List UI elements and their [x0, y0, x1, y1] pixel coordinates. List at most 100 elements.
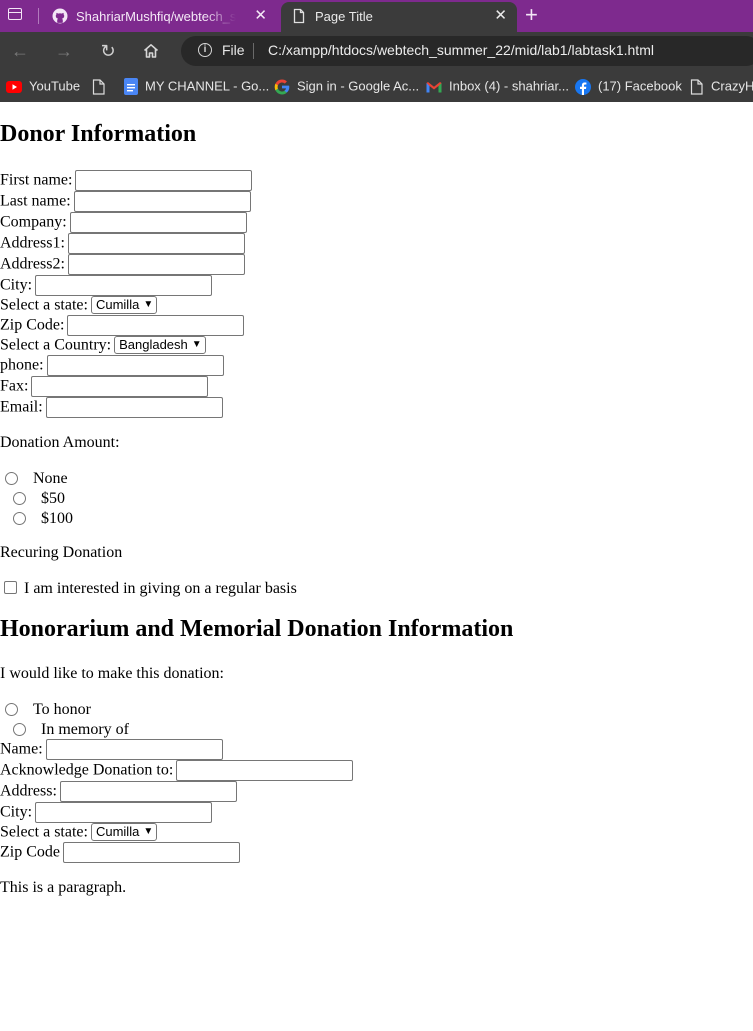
address2-input[interactable] — [67, 254, 245, 275]
honorarium-heading: Honorarium and Memorial Donation Informa… — [0, 616, 514, 642]
bookmark-crazyhi[interactable]: CrazyHI — [690, 76, 753, 96]
forward-icon[interactable]: → — [54, 41, 74, 61]
tab-github[interactable]: ShahriarMushfiq/webtech_summer_22 ✕ — [42, 2, 277, 32]
state-select-value: Cumilla — [95, 297, 140, 313]
close-tab-icon[interactable]: ✕ — [254, 7, 267, 25]
fax-row: Fax: — [0, 376, 209, 397]
tab-page-title[interactable]: Page Title ✕ — [281, 2, 517, 32]
address-bar[interactable]: i File C:/xampp/htdocs/webtech_summer_22… — [181, 36, 753, 66]
bookmark-google-signin[interactable]: Sign in - Google Ac... — [274, 76, 419, 96]
bookmark-my-channel[interactable]: MY CHANNEL - Go... — [124, 76, 269, 96]
honor-zip-input[interactable] — [63, 842, 240, 863]
address-separator — [253, 43, 254, 59]
url-text[interactable]: C:/xampp/htdocs/webtech_summer_22/mid/la… — [268, 42, 654, 58]
page-icon — [293, 8, 305, 24]
country-label: Select a Country: — [0, 336, 112, 354]
state-select[interactable]: Cumilla ▼ — [90, 296, 158, 315]
back-icon[interactable]: ← — [10, 41, 30, 61]
last-name-label: Last name: — [0, 192, 71, 210]
email-input[interactable] — [45, 397, 223, 418]
state-row: Select a state: Cumilla ▼ — [0, 295, 158, 316]
chevron-down-icon: ▼ — [143, 299, 154, 311]
donation-amount-label: Donation Amount: — [0, 434, 120, 451]
youtube-icon — [6, 80, 22, 93]
chevron-down-icon: ▼ — [143, 826, 154, 838]
to-honor-radio[interactable] — [5, 703, 18, 716]
gmail-icon — [426, 81, 442, 93]
info-icon[interactable]: i — [198, 43, 212, 57]
honorarium-intro: I would like to make this donation: — [0, 665, 224, 682]
page-icon — [690, 78, 703, 95]
donation-50-label: $50 — [41, 490, 65, 507]
acknowledge-input[interactable] — [176, 760, 354, 781]
google-docs-icon — [124, 78, 138, 96]
country-select-value: Bangladesh — [119, 337, 188, 353]
city-row: City: — [0, 275, 213, 296]
honor-city-input[interactable] — [35, 802, 213, 823]
phone-label: phone: — [0, 356, 44, 374]
zip-row: Zip Code: — [0, 315, 245, 336]
first-name-label: First name: — [0, 171, 73, 189]
tab-title: Page Title — [315, 9, 373, 24]
recurring-donation-label: Recuring Donation — [0, 544, 123, 561]
close-tab-icon[interactable]: ✕ — [494, 7, 507, 25]
recurring-checkbox[interactable] — [4, 581, 17, 594]
in-memory-label: In memory of — [41, 721, 129, 738]
city-label: City: — [0, 276, 33, 294]
honoree-name-row: Name: — [0, 739, 223, 760]
in-memory-radio[interactable] — [13, 723, 26, 736]
zip-input[interactable] — [67, 315, 245, 336]
acknowledge-row: Acknowledge Donation to: — [0, 760, 354, 781]
home-icon[interactable] — [142, 42, 160, 60]
honor-city-label: City: — [0, 803, 33, 821]
reload-icon[interactable]: ↻ — [98, 41, 118, 61]
honoree-name-input[interactable] — [45, 739, 223, 760]
bookmark-facebook[interactable]: (17) Facebook — [575, 76, 682, 96]
new-tab-icon[interactable]: + — [525, 3, 538, 27]
github-icon — [52, 8, 68, 24]
email-row: Email: — [0, 397, 223, 418]
zip-label: Zip Code: — [0, 316, 65, 334]
tab-actions-icon[interactable] — [8, 8, 22, 20]
donation-100-radio[interactable] — [13, 512, 26, 525]
footer-paragraph: This is a paragraph. — [0, 879, 127, 896]
chevron-down-icon: ▼ — [191, 339, 202, 351]
fax-label: Fax: — [0, 377, 29, 395]
donation-none-radio[interactable] — [5, 472, 18, 485]
facebook-icon — [575, 78, 591, 95]
address1-input[interactable] — [67, 233, 245, 254]
acknowledge-label: Acknowledge Donation to: — [0, 761, 174, 779]
donation-none-label: None — [33, 470, 68, 487]
honor-state-select[interactable]: Cumilla ▼ — [90, 823, 158, 842]
company-input[interactable] — [69, 212, 247, 233]
google-icon — [274, 79, 290, 95]
honoree-name-label: Name: — [0, 740, 43, 758]
honor-zip-row: Zip Code — [0, 842, 240, 863]
bookmark-youtube[interactable]: YouTube — [6, 76, 80, 96]
last-name-row: Last name: — [0, 191, 251, 212]
phone-input[interactable] — [46, 355, 224, 376]
first-name-input[interactable] — [75, 170, 253, 191]
first-name-row: First name: — [0, 170, 253, 191]
page-icon — [92, 78, 105, 95]
recurring-checkbox-label: I am interested in giving on a regular b… — [24, 580, 297, 597]
bookmark-page[interactable] — [92, 76, 113, 96]
city-input[interactable] — [35, 275, 213, 296]
address2-row: Address2: — [0, 254, 245, 275]
phone-row: phone: — [0, 355, 224, 376]
tab-separator — [38, 8, 39, 24]
honor-address-input[interactable] — [59, 781, 237, 802]
last-name-input[interactable] — [73, 191, 251, 212]
bookmark-gmail-inbox[interactable]: Inbox (4) - shahriar... — [426, 76, 569, 96]
browser-toolbar: ← → ↻ i File C:/xampp/htdocs/webtech_sum… — [0, 32, 753, 70]
address1-row: Address1: — [0, 233, 245, 254]
donation-50-radio[interactable] — [13, 492, 26, 505]
country-select[interactable]: Bangladesh ▼ — [114, 336, 206, 355]
address2-label: Address2: — [0, 255, 65, 273]
state-label: Select a state: — [0, 296, 88, 314]
fax-input[interactable] — [31, 376, 209, 397]
honor-address-row: Address: — [0, 781, 237, 802]
donor-heading: Donor Information — [0, 121, 197, 147]
to-honor-label: To honor — [33, 701, 91, 718]
tab-title: ShahriarMushfiq/webtech_summer_22 — [76, 9, 236, 24]
